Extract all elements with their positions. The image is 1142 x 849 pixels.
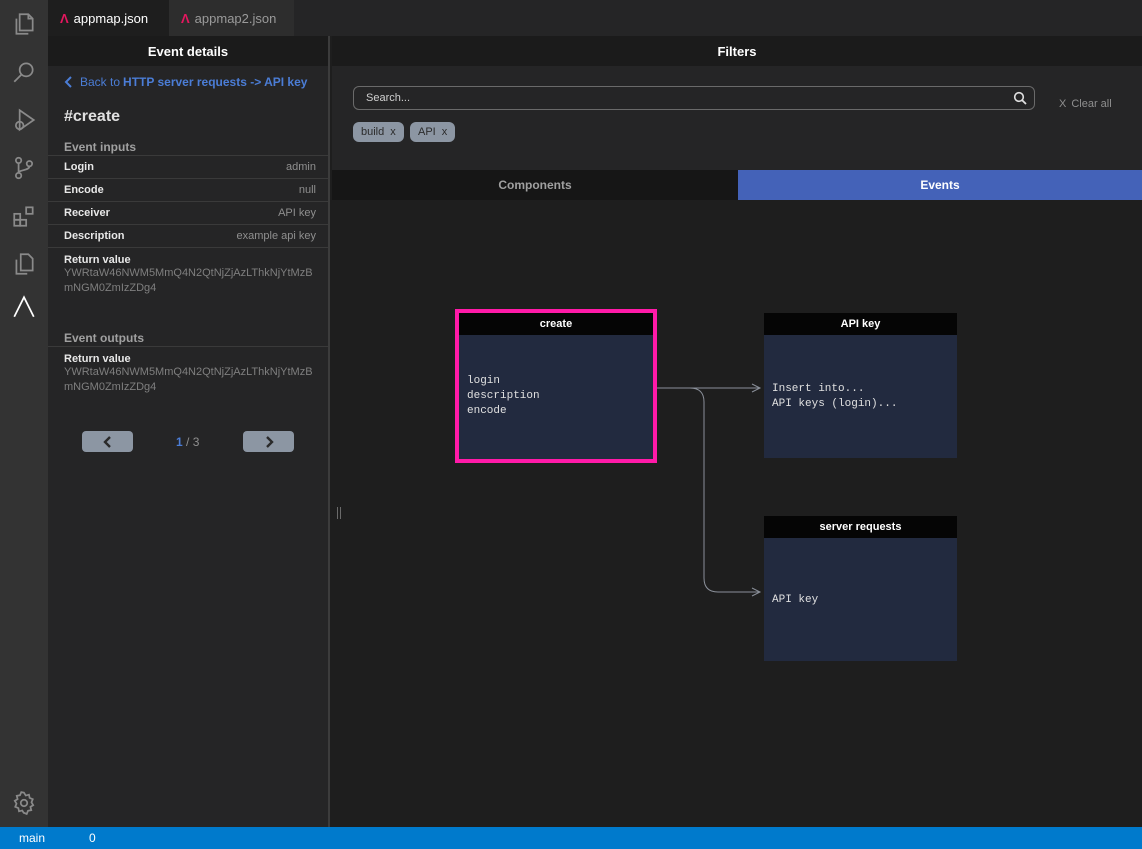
input-key: Login bbox=[64, 161, 94, 173]
node-line: Insert into... bbox=[772, 383, 865, 395]
event-details-panel: Event details Back to HTTP server reques… bbox=[48, 36, 330, 827]
event-title: #create bbox=[64, 108, 121, 125]
clear-all-label: Clear all bbox=[1071, 98, 1112, 110]
input-key: Description bbox=[64, 230, 125, 242]
return-value-key: Return value bbox=[64, 353, 131, 365]
output-return-value: Return value YWRtaW46NWM5MmQ4N2QtNjZjAzL… bbox=[48, 346, 328, 406]
view-tabs: Components Events bbox=[332, 170, 1142, 200]
tab-appmap-json[interactable]: Λ appmap.json bbox=[48, 0, 169, 36]
back-link-target: HTTP server requests -> API key bbox=[123, 75, 308, 89]
appmap-main-view: Filters X Clear all build x API x Compone… bbox=[332, 36, 1142, 827]
input-value: admin bbox=[286, 161, 316, 173]
event-details-header: Event details bbox=[48, 36, 328, 66]
node-body: Insert into... API keys (login)... bbox=[764, 335, 957, 412]
input-return-value: Return value YWRtaW46NWM5MmQ4N2QtNjZjAzL… bbox=[48, 247, 328, 307]
input-key: Receiver bbox=[64, 207, 110, 219]
next-event-button[interactable] bbox=[243, 431, 294, 452]
status-branch[interactable]: main bbox=[19, 831, 45, 845]
search-icon[interactable] bbox=[1013, 91, 1027, 105]
activity-bar bbox=[0, 0, 48, 827]
back-link[interactable]: Back to HTTP server requests -> API key bbox=[64, 75, 307, 89]
chevron-left-icon bbox=[102, 435, 111, 448]
settings-gear-icon[interactable] bbox=[0, 779, 48, 827]
tab-appmap2-json[interactable]: Λ appmap2.json bbox=[169, 0, 294, 36]
input-row-description: Description example api key bbox=[48, 224, 328, 247]
input-key: Encode bbox=[64, 184, 104, 196]
filter-chip-build[interactable]: build x bbox=[353, 122, 404, 142]
clear-all-button[interactable]: X Clear all bbox=[1059, 98, 1112, 110]
pager-separator: / bbox=[186, 435, 190, 449]
input-value: example api key bbox=[236, 230, 317, 242]
chevron-left-icon bbox=[64, 76, 72, 88]
input-value: API key bbox=[278, 207, 316, 219]
chip-label: build bbox=[361, 126, 385, 138]
tab-events[interactable]: Events bbox=[738, 170, 1142, 200]
node-body: API key bbox=[764, 538, 957, 608]
clear-all-x: X bbox=[1059, 98, 1067, 110]
node-line: login bbox=[467, 375, 501, 387]
event-inputs-label: Event inputs bbox=[64, 140, 137, 154]
tab-label: appmap.json bbox=[73, 10, 149, 26]
tab-components[interactable]: Components bbox=[332, 170, 738, 200]
status-count[interactable]: 0 bbox=[89, 831, 96, 845]
filter-chip-api[interactable]: API x bbox=[410, 122, 456, 142]
input-row-receiver: Receiver API key bbox=[48, 201, 328, 224]
status-bar: main 0 bbox=[0, 827, 1142, 849]
node-line: encode bbox=[467, 405, 507, 417]
search-icon[interactable] bbox=[0, 48, 48, 96]
source-control-icon[interactable] bbox=[0, 144, 48, 192]
input-value: null bbox=[298, 184, 316, 196]
chip-remove-icon[interactable]: x bbox=[442, 126, 448, 138]
event-outputs-label: Event outputs bbox=[64, 331, 144, 345]
node-title: create bbox=[459, 313, 653, 335]
explorer-icon[interactable] bbox=[0, 0, 48, 48]
panel-resize-handle[interactable] bbox=[337, 507, 341, 519]
node-line: description bbox=[467, 390, 540, 402]
node-create[interactable]: create login description encode bbox=[455, 309, 657, 463]
extensions-icon[interactable] bbox=[0, 192, 48, 240]
filters-area: X Clear all build x API x bbox=[332, 66, 1142, 170]
pager-current: 1 bbox=[176, 435, 183, 449]
event-pager: 1 / 3 bbox=[176, 435, 199, 449]
return-value-text: YWRtaW46NWM5MmQ4N2QtNjZjAzLThkNjYtMzBmNG… bbox=[64, 366, 313, 393]
back-link-prefix: Back to bbox=[80, 75, 121, 89]
return-value-key: Return value bbox=[64, 254, 131, 266]
run-debug-icon[interactable] bbox=[0, 96, 48, 144]
node-line: API keys (login)... bbox=[772, 398, 898, 410]
tab-label: appmap2.json bbox=[194, 10, 277, 26]
search-box[interactable] bbox=[353, 86, 1035, 110]
chip-label: API bbox=[418, 126, 436, 138]
node-api-key[interactable]: API key Insert into... API keys (login).… bbox=[764, 313, 957, 458]
search-input[interactable] bbox=[366, 92, 986, 104]
node-line: API key bbox=[772, 594, 819, 606]
input-row-login: Login admin bbox=[48, 155, 328, 178]
previous-event-button[interactable] bbox=[82, 431, 133, 452]
node-title: API key bbox=[764, 313, 957, 335]
input-row-encode: Encode null bbox=[48, 178, 328, 201]
return-value-text: YWRtaW46NWM5MmQ4N2QtNjZjAzLThkNjYtMzBmNG… bbox=[64, 267, 313, 294]
appmap-icon[interactable] bbox=[0, 283, 48, 331]
editor-tab-bar: Λ appmap.json Λ appmap2.json bbox=[48, 0, 1142, 36]
node-server-requests[interactable]: server requests API key bbox=[764, 516, 957, 661]
appmap-file-icon: Λ bbox=[60, 10, 69, 26]
filters-header: Filters bbox=[332, 36, 1142, 66]
chevron-right-icon bbox=[265, 435, 274, 448]
chip-remove-icon[interactable]: x bbox=[390, 126, 396, 138]
appmap-file-icon: Λ bbox=[181, 10, 190, 26]
node-body: login description encode bbox=[459, 335, 653, 419]
pager-total: 3 bbox=[192, 435, 200, 449]
node-title: server requests bbox=[764, 516, 957, 538]
remote-explorer-icon[interactable] bbox=[0, 240, 48, 288]
